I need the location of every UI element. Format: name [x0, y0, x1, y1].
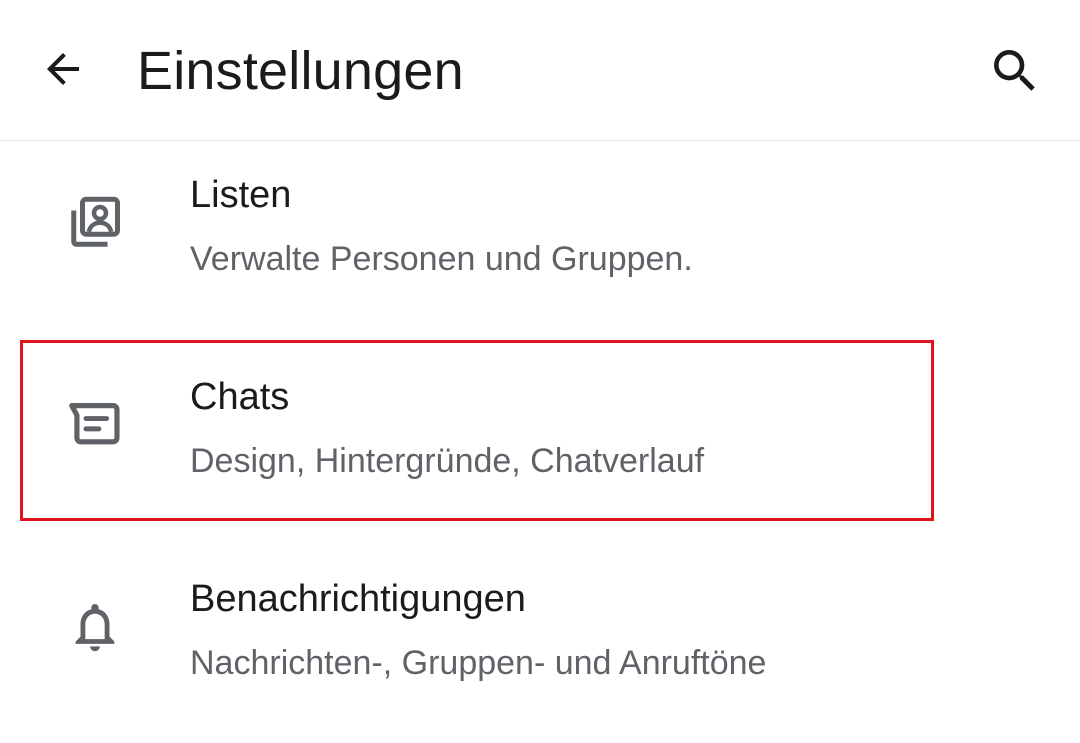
bell-icon	[62, 594, 128, 660]
item-title: Listen	[190, 174, 292, 216]
item-subtitle: Design, Hintergründe, Chatverlauf	[190, 442, 705, 480]
settings-screen: Einstellungen Listen Verwalte Personen u…	[0, 0, 1080, 743]
search-icon	[994, 50, 1035, 91]
page-title: Einstellungen	[137, 41, 464, 101]
app-bar: Einstellungen	[0, 0, 1080, 141]
settings-item-benachrichtigungen[interactable]: Benachrichtigungen Nachrichten-, Gruppen…	[0, 554, 1080, 743]
item-subtitle: Verwalte Personen und Gruppen.	[190, 240, 693, 278]
arrow-left-icon	[47, 53, 79, 85]
back-button[interactable]	[30, 36, 96, 102]
item-title: Benachrichtigungen	[190, 578, 526, 620]
chat-icon	[62, 392, 128, 458]
item-title: Chats	[190, 376, 290, 418]
settings-item-chats[interactable]: Chats Design, Hintergründe, Chatverlauf	[0, 352, 1080, 548]
contact-lists-icon	[62, 190, 128, 256]
settings-item-listen[interactable]: Listen Verwalte Personen und Gruppen.	[0, 150, 1080, 346]
item-subtitle: Nachrichten-, Gruppen- und Anruftöne	[190, 644, 767, 682]
search-button[interactable]	[982, 38, 1048, 104]
